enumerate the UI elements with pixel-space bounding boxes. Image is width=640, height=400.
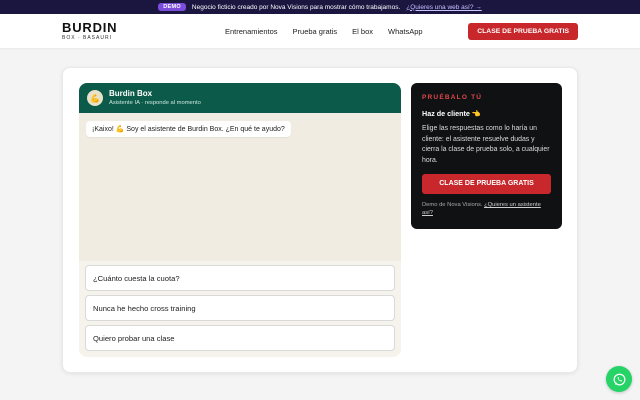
logo-subtitle: BOX · BASAURI xyxy=(62,35,112,41)
chat-header: 💪 Burdin Box Asistente IA · responde al … xyxy=(79,83,401,113)
panel-footnote: Demo de Nova Visions. ¿Quieres un asiste… xyxy=(422,201,551,218)
nav-link-entrenamientos[interactable]: Entrenamientos xyxy=(225,27,278,36)
nav-link-whatsapp[interactable]: WhatsApp xyxy=(388,27,423,36)
whatsapp-icon xyxy=(613,373,625,385)
chat-title: Burdin Box xyxy=(109,89,153,99)
option-cross-training[interactable]: Nunca he hecho cross training xyxy=(85,295,395,321)
demo-badge: DEMO xyxy=(158,3,186,11)
nav-cta-button[interactable]: CLASE DE PRUEBA GRATIS xyxy=(468,23,578,40)
demo-card: 💪 Burdin Box Asistente IA · responde al … xyxy=(62,67,578,373)
chat-subtitle: Asistente IA · responde al momento xyxy=(109,99,201,106)
logo-text: BURDIN xyxy=(62,20,118,35)
option-probar-clase[interactable]: Quiero probar una clase xyxy=(85,325,395,351)
logo[interactable]: BURDIN BOX · BASAURI xyxy=(62,21,117,41)
try-it-panel: PRUÉBALO TÚ Haz de cliente 👈 Elige las r… xyxy=(411,83,562,229)
panel-title: Haz de cliente 👈 xyxy=(422,109,481,118)
nav-link-prueba-gratis[interactable]: Prueba gratis xyxy=(293,27,338,36)
option-cuota[interactable]: ¿Cuánto cuesta la cuota? xyxy=(85,265,395,291)
chat-widget: 💪 Burdin Box Asistente IA · responde al … xyxy=(79,83,401,357)
panel-text: Elige las respuestas como lo haría un cl… xyxy=(422,125,550,165)
chat-options: ¿Cuánto cuesta la cuota? Nunca he hecho … xyxy=(79,261,401,355)
promo-bar: DEMO Negocio ficticio creado por Nova Vi… xyxy=(0,0,640,14)
promo-text: Negocio ficticio creado por Nova Visions… xyxy=(191,3,401,11)
panel-eyebrow: PRUÉBALO TÚ xyxy=(422,94,483,101)
whatsapp-button[interactable] xyxy=(606,366,632,392)
bot-message: ¡Kaixo! 💪 Soy el asistente de Burdin Box… xyxy=(86,121,291,137)
panel-foot-text: Demo de Nova Visions. xyxy=(422,201,483,208)
nav-links: Entrenamientos Prueba gratis El box What… xyxy=(225,14,423,48)
top-nav: BURDIN BOX · BASAURI Entrenamientos Prue… xyxy=(0,14,640,48)
nav-link-el-box[interactable]: El box xyxy=(352,27,373,36)
chat-avatar: 💪 xyxy=(87,90,103,106)
chat-messages: ¡Kaixo! 💪 Soy el asistente de Burdin Box… xyxy=(79,113,401,261)
promo-link[interactable]: ¿Quieres una web así? → xyxy=(406,4,482,11)
panel-cta-button[interactable]: CLASE DE PRUEBA GRATIS xyxy=(422,173,551,194)
